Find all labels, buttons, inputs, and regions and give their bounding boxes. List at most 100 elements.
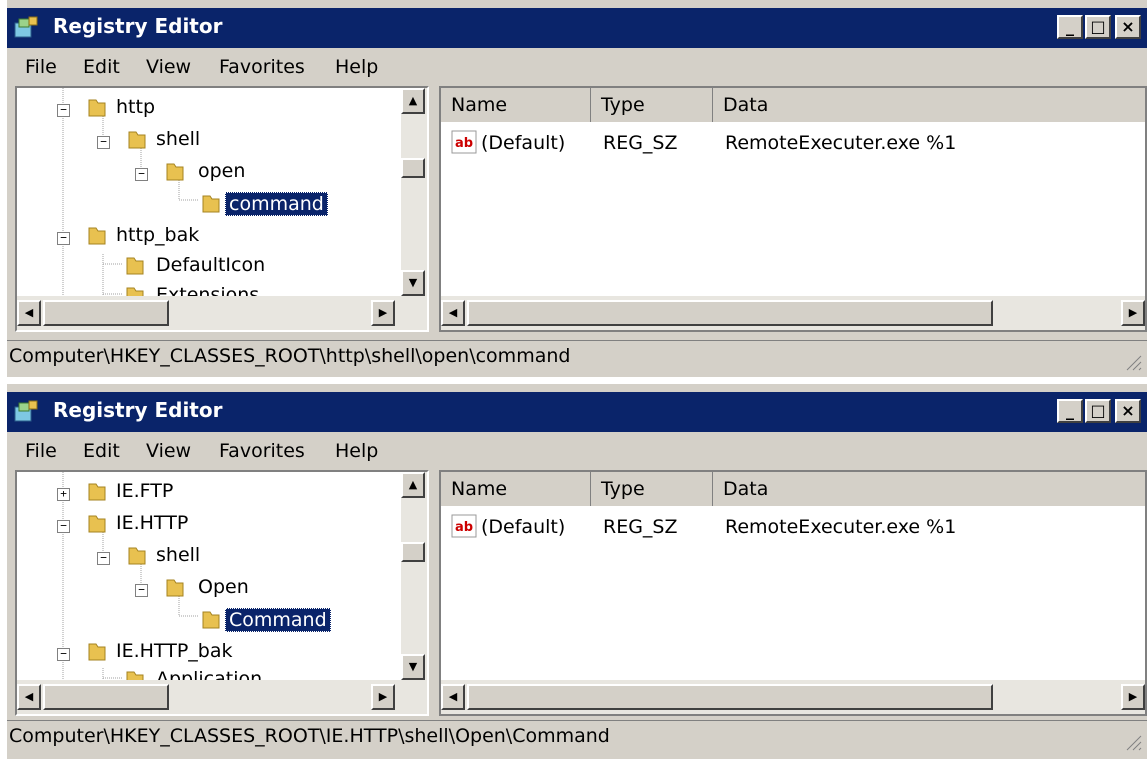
maximize-button[interactable]: □ — [1085, 15, 1111, 39]
collapse-toggle[interactable]: − — [57, 104, 70, 117]
values-list-pane[interactable]: Name Type Data ab (Default) REG_SZ Remot… — [439, 86, 1147, 332]
close-button[interactable]: × — [1115, 15, 1141, 39]
minimize-button[interactable]: _ — [1057, 15, 1083, 39]
tree-node-label: shell — [156, 128, 201, 150]
value-name: (Default) — [481, 516, 566, 538]
list-horizontal-scrollbar[interactable]: ◀ ▶ — [441, 296, 1145, 330]
column-header-data[interactable]: Data — [713, 472, 1145, 506]
title-bar[interactable]: Registry Editor _ □ × — [7, 8, 1147, 48]
tree-node-label: IE.FTP — [116, 480, 174, 502]
key-tree-pane[interactable]: + IE.FTP − IE.HTTP − shell − Open Comman… — [15, 470, 429, 716]
column-header-type[interactable]: Type — [591, 88, 713, 122]
resize-grip-icon[interactable] — [1123, 732, 1143, 752]
svg-text:ab: ab — [455, 136, 473, 151]
scroll-down-button[interactable]: ▼ — [401, 654, 425, 680]
status-bar: Computer\HKEY_CLASSES_ROOT\http\shell\op… — [7, 340, 1147, 374]
key-tree-pane[interactable]: − http − shell − open command − http_bak… — [15, 86, 429, 332]
scroll-thumb[interactable] — [43, 300, 169, 326]
tree-node-label: http_bak — [116, 224, 200, 246]
scroll-left-button[interactable]: ◀ — [17, 300, 41, 326]
tree-vertical-scrollbar[interactable]: ▲ ▼ — [401, 88, 427, 296]
menu-bar: File Edit View Favorites Help — [7, 50, 1147, 86]
folder-icon — [128, 131, 146, 149]
collapse-toggle[interactable]: − — [135, 168, 148, 181]
menu-favorites[interactable]: Favorites — [219, 56, 305, 78]
scroll-left-button[interactable]: ◀ — [17, 684, 41, 710]
column-header-name[interactable]: Name — [441, 88, 591, 122]
column-header-name[interactable]: Name — [441, 472, 591, 506]
tree-node-label: shell — [156, 544, 201, 566]
collapse-toggle[interactable]: − — [57, 648, 70, 661]
scroll-right-button[interactable]: ▶ — [371, 300, 395, 326]
values-list-pane[interactable]: Name Type Data ab (Default) REG_SZ Remot… — [439, 470, 1147, 716]
close-button[interactable]: × — [1115, 399, 1141, 423]
list-horizontal-scrollbar[interactable]: ◀ ▶ — [441, 680, 1145, 714]
column-header-data[interactable]: Data — [713, 88, 1145, 122]
status-path: Computer\HKEY_CLASSES_ROOT\IE.HTTP\shell… — [9, 725, 610, 747]
collapse-toggle[interactable]: − — [57, 232, 70, 245]
menu-view[interactable]: View — [146, 56, 191, 78]
value-type: REG_SZ — [603, 516, 678, 538]
scroll-thumb[interactable] — [401, 542, 425, 562]
folder-icon — [202, 195, 220, 213]
status-bar: Computer\HKEY_CLASSES_ROOT\IE.HTTP\shell… — [7, 720, 1147, 754]
column-header-type[interactable]: Type — [591, 472, 713, 506]
value-data: RemoteExecuter.exe %1 — [725, 516, 957, 538]
registry-editor-window-2: Registry Editor _ □ × File Edit View Fav… — [7, 384, 1147, 759]
minimize-button[interactable]: _ — [1057, 399, 1083, 423]
scroll-thumb[interactable] — [467, 300, 993, 326]
collapse-toggle[interactable]: − — [135, 584, 148, 597]
folder-icon — [166, 163, 184, 181]
svg-text:ab: ab — [455, 520, 473, 535]
tree-node-label: Open — [198, 576, 249, 598]
value-type: REG_SZ — [603, 132, 678, 154]
folder-icon — [202, 611, 220, 629]
folder-icon — [166, 579, 184, 597]
menu-help[interactable]: Help — [335, 56, 378, 78]
status-path: Computer\HKEY_CLASSES_ROOT\http\shell\op… — [9, 345, 571, 367]
scroll-thumb[interactable] — [401, 158, 425, 178]
menu-edit[interactable]: Edit — [83, 56, 120, 78]
scroll-left-button[interactable]: ◀ — [441, 300, 465, 326]
tree-vertical-scrollbar[interactable]: ▲ ▼ — [401, 472, 427, 680]
menu-help[interactable]: Help — [335, 440, 378, 462]
registry-editor-window-1: Registry Editor _ □ × File Edit View Fav… — [7, 0, 1147, 377]
scroll-thumb[interactable] — [467, 684, 993, 710]
folder-icon — [88, 515, 106, 533]
tree-node-label: http — [116, 96, 156, 118]
menu-bar: File Edit View Favorites Help — [7, 434, 1147, 470]
string-value-icon: ab — [451, 130, 477, 154]
registry-editor-icon — [14, 16, 38, 38]
scroll-right-button[interactable]: ▶ — [1121, 300, 1145, 326]
title-bar[interactable]: Registry Editor _ □ × — [7, 392, 1147, 432]
scroll-left-button[interactable]: ◀ — [441, 684, 465, 710]
scroll-up-button[interactable]: ▲ — [401, 88, 425, 114]
collapse-toggle[interactable]: − — [97, 136, 110, 149]
registry-editor-icon — [14, 400, 38, 422]
tree-node-label-selected: command — [225, 192, 328, 216]
menu-file[interactable]: File — [25, 56, 57, 78]
menu-favorites[interactable]: Favorites — [219, 440, 305, 462]
expand-toggle[interactable]: + — [57, 488, 70, 501]
collapse-toggle[interactable]: − — [57, 520, 70, 533]
menu-view[interactable]: View — [146, 440, 191, 462]
value-name: (Default) — [481, 132, 566, 154]
tree-horizontal-scrollbar[interactable]: ◀ ▶ — [17, 680, 427, 714]
tree-node-label-selected: Command — [225, 608, 331, 632]
maximize-button[interactable]: □ — [1085, 399, 1111, 423]
tree-horizontal-scrollbar[interactable]: ◀ ▶ — [17, 296, 427, 330]
value-data: RemoteExecuter.exe %1 — [725, 132, 957, 154]
scroll-down-button[interactable]: ▼ — [401, 270, 425, 296]
menu-file[interactable]: File — [25, 440, 57, 462]
collapse-toggle[interactable]: − — [97, 552, 110, 565]
scroll-up-button[interactable]: ▲ — [401, 472, 425, 498]
folder-icon — [128, 547, 146, 565]
scroll-right-button[interactable]: ▶ — [1121, 684, 1145, 710]
scroll-right-button[interactable]: ▶ — [371, 684, 395, 710]
folder-icon — [88, 643, 106, 661]
tree-node-label: IE.HTTP_bak — [116, 640, 233, 662]
tree-node-label: DefaultIcon — [156, 254, 266, 276]
resize-grip-icon[interactable] — [1123, 352, 1143, 372]
scroll-thumb[interactable] — [43, 684, 169, 710]
menu-edit[interactable]: Edit — [83, 440, 120, 462]
